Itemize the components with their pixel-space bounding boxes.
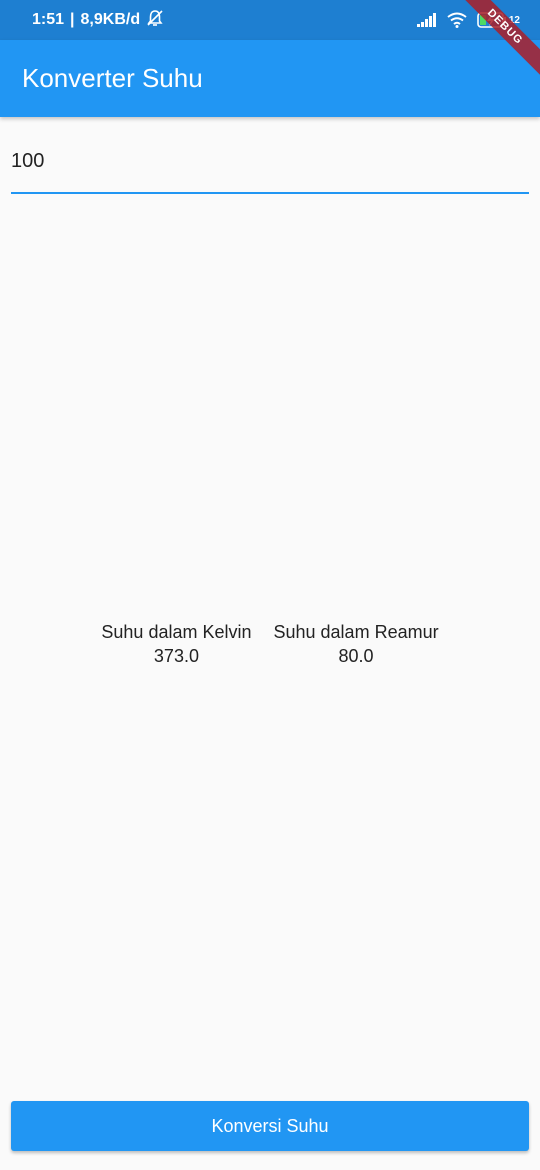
signal-icon [416,13,437,27]
convert-button[interactable]: Konversi Suhu [11,1101,529,1151]
alarm-off-icon [146,9,164,32]
reamur-value: 80.0 [338,646,374,666]
network-speed: 8,9KB/d [80,11,141,28]
temperature-input[interactable] [11,140,529,182]
app-bar: Konverter Suhu [0,40,540,117]
wifi-icon [447,12,467,28]
app-screen: 1:51 | 8,9KB/d 12 Konverter Suhu DEBUG 1… [0,0,540,1170]
battery-level: 12 [508,14,520,26]
status-separator: | [70,11,75,28]
status-right: 12 [416,12,520,28]
temperature-input-field[interactable] [11,140,529,194]
app-title: Konverter Suhu [22,63,203,93]
kelvin-value: 373.0 [153,646,199,666]
kelvin-label: Suhu dalam Kelvin [101,622,252,642]
kelvin-result: Suhu dalam Kelvin 373.0 [101,620,251,668]
battery-charging-icon: 12 [477,12,520,28]
reamur-result: Suhu dalam Reamur 80.0 [274,620,439,668]
status-bar: 1:51 | 8,9KB/d 12 [0,0,540,40]
reamur-label: Suhu dalam Reamur [273,622,439,642]
conversion-results: Suhu dalam Kelvin 373.0 Suhu dalam Reamu… [0,620,540,668]
status-left: 1:51 | 8,9KB/d [32,9,164,32]
status-time: 1:51 [32,11,65,28]
